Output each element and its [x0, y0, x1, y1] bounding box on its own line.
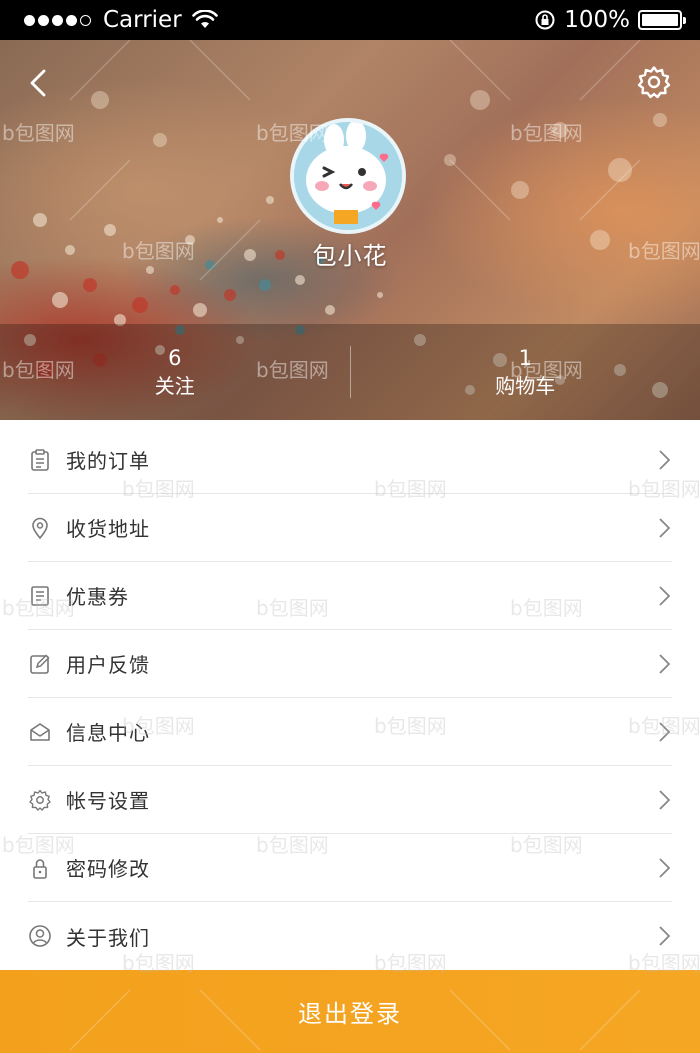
- lock-icon: [33, 858, 47, 879]
- carrier-label: Carrier: [103, 7, 182, 33]
- menu-item-about[interactable]: 关于我们: [28, 902, 672, 970]
- clipboard-icon: [31, 448, 49, 471]
- chevron-right-icon: [659, 517, 671, 538]
- chevron-right-icon: [659, 857, 671, 878]
- menu-label: 关于我们: [66, 925, 150, 950]
- menu-item-password[interactable]: 密码修改: [28, 834, 672, 902]
- menu-item-address[interactable]: 收货地址: [28, 494, 672, 562]
- logout-button[interactable]: 退出登录: [0, 970, 700, 1053]
- settings-icon[interactable]: [636, 64, 672, 100]
- stat-cart-label: 购物车: [495, 374, 556, 398]
- edit-icon: [30, 653, 50, 674]
- menu-item-account-settings[interactable]: 帐号设置: [28, 766, 672, 834]
- menu-label: 信息中心: [66, 721, 150, 745]
- menu-label: 帐号设置: [66, 789, 150, 813]
- avatar[interactable]: [290, 118, 406, 234]
- coupon-icon: [31, 585, 49, 606]
- location-pin-icon: [32, 517, 48, 539]
- menu-item-coupons[interactable]: 优惠券: [28, 562, 672, 630]
- menu-label: 我的订单: [66, 449, 150, 473]
- menu-item-messages[interactable]: 信息中心: [28, 698, 672, 766]
- bunny-avatar-icon: [294, 122, 402, 230]
- menu-item-feedback[interactable]: 用户反馈: [28, 630, 672, 698]
- chevron-right-icon: [659, 926, 671, 946]
- menu-label: 优惠券: [66, 585, 129, 609]
- stat-follow-count: 6: [168, 346, 182, 370]
- stats-bar: 6 关注 1 购物车: [0, 324, 700, 420]
- chevron-right-icon: [659, 721, 671, 742]
- user-circle-icon: [29, 925, 51, 947]
- gear-icon: [29, 789, 51, 811]
- status-bar: Carrier 100%: [0, 0, 700, 40]
- stat-follow-label: 关注: [154, 374, 195, 398]
- status-right: 100%: [534, 7, 686, 33]
- chevron-right-icon: [659, 449, 671, 470]
- username: 包小花: [312, 242, 388, 270]
- back-icon[interactable]: [24, 68, 54, 98]
- chevron-right-icon: [659, 653, 671, 674]
- profile-header: 包小花 6 关注 1 购物车: [0, 40, 700, 420]
- stat-cart[interactable]: 1 购物车: [351, 324, 700, 420]
- mail-icon: [30, 722, 50, 741]
- orientation-lock-icon: [535, 10, 555, 30]
- chevron-right-icon: [659, 789, 671, 810]
- battery-icon: [638, 10, 686, 30]
- chevron-right-icon: [659, 585, 671, 606]
- stat-cart-count: 1: [518, 346, 532, 370]
- menu-item-orders[interactable]: 我的订单: [28, 426, 672, 494]
- menu-label: 收货地址: [66, 517, 150, 541]
- menu-label: 用户反馈: [66, 653, 150, 677]
- battery-percent: 100%: [564, 7, 630, 33]
- signal-dots-icon: [24, 14, 91, 26]
- stat-follow[interactable]: 6 关注: [0, 324, 350, 420]
- menu-label: 密码修改: [66, 857, 150, 881]
- menu-list: 我的订单 收货地址 优惠券 用户反馈 信息中心 帐号设置 密码修改 关于我们: [0, 426, 700, 970]
- wifi-icon: [191, 10, 218, 28]
